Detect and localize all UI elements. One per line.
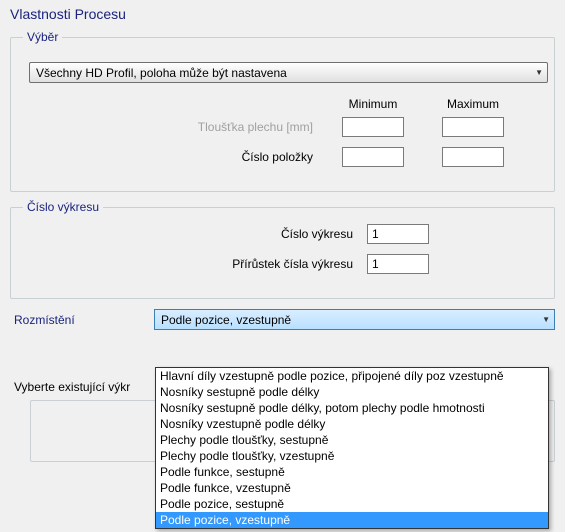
drawing-number-group: Číslo výkresu Číslo výkresu Přírůstek čí… [10, 200, 555, 299]
selection-group: Výběr Všechny HD Profil, poloha může být… [10, 30, 555, 192]
window: Vlastnosti Procesu Výběr Všechny HD Prof… [0, 0, 565, 532]
existing-drawing-label: Vyberte existující výkr [14, 380, 130, 394]
placement-select[interactable]: Podle pozice, vzestupně ▼ [154, 309, 555, 330]
placement-row: Rozmístění Podle pozice, vzestupně ▼ [10, 309, 555, 330]
drawing-number-legend: Číslo výkresu [23, 200, 103, 214]
placement-option[interactable]: Plechy podle tloušťky, vzestupně [156, 448, 548, 464]
min-header: Minimum [323, 97, 423, 111]
selection-legend: Výběr [23, 30, 62, 44]
drawing-increment-label: Přírůstek čísla výkresu [23, 257, 363, 271]
thickness-row: Tloušťka plechu [mm] [23, 117, 542, 137]
min-max-headers: Minimum Maximum [323, 97, 542, 111]
thickness-min-input[interactable] [342, 117, 404, 137]
placement-label: Rozmístění [10, 313, 154, 327]
thickness-max-input[interactable] [442, 117, 504, 137]
placement-option[interactable]: Nosníky sestupně podle délky, potom plec… [156, 400, 548, 416]
placement-option[interactable]: Hlavní díly vzestupně podle pozice, přip… [156, 368, 548, 384]
window-title: Vlastnosti Procesu [0, 0, 565, 22]
chevron-down-icon: ▼ [542, 315, 550, 324]
item-number-row: Číslo položky [23, 147, 542, 167]
drawing-increment-input[interactable] [367, 254, 429, 274]
drawing-number-label: Číslo výkresu [23, 227, 363, 241]
profile-select[interactable]: Všechny HD Profil, poloha může být nasta… [29, 62, 548, 83]
item-min-input[interactable] [342, 147, 404, 167]
chevron-down-icon: ▼ [535, 68, 543, 77]
placement-option[interactable]: Podle funkce, sestupně [156, 464, 548, 480]
item-max-input[interactable] [442, 147, 504, 167]
max-header: Maximum [423, 97, 523, 111]
placement-select-value: Podle pozice, vzestupně [161, 313, 291, 327]
drawing-increment-row: Přírůstek čísla výkresu [23, 254, 542, 274]
item-number-label: Číslo položky [23, 150, 323, 164]
thickness-label: Tloušťka plechu [mm] [23, 120, 323, 134]
placement-option[interactable]: Podle pozice, vzestupně [156, 512, 548, 528]
placement-option[interactable]: Nosníky sestupně podle délky [156, 384, 548, 400]
placement-option[interactable]: Plechy podle tloušťky, sestupně [156, 432, 548, 448]
placement-dropdown-list[interactable]: Hlavní díly vzestupně podle pozice, přip… [155, 367, 549, 529]
placement-option[interactable]: Podle pozice, sestupně [156, 496, 548, 512]
profile-select-value: Všechny HD Profil, poloha může být nasta… [36, 66, 287, 80]
drawing-number-row: Číslo výkresu [23, 224, 542, 244]
drawing-number-input[interactable] [367, 224, 429, 244]
placement-option[interactable]: Podle funkce, vzestupně [156, 480, 548, 496]
placement-option[interactable]: Nosníky vzestupně podle délky [156, 416, 548, 432]
